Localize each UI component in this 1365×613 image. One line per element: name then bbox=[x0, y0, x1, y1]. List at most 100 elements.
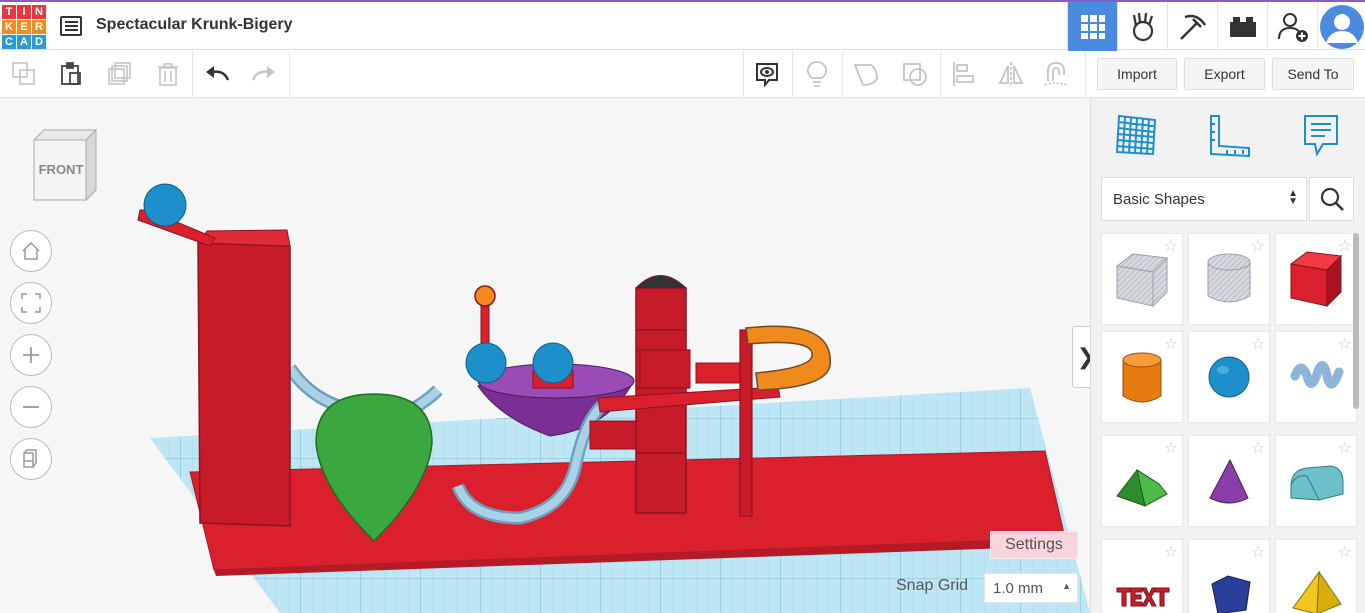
duplicate-icon bbox=[108, 62, 131, 85]
mirror-button[interactable] bbox=[998, 61, 1024, 87]
logo-letter: A bbox=[17, 35, 31, 49]
blue-ball-left[interactable] bbox=[465, 342, 507, 384]
fit-view-button[interactable] bbox=[10, 282, 52, 324]
align-icon bbox=[953, 62, 974, 86]
invite-button[interactable] bbox=[1267, 2, 1317, 51]
cone-icon bbox=[1209, 458, 1249, 504]
minus-icon bbox=[23, 406, 39, 408]
undo-button[interactable] bbox=[204, 61, 230, 87]
design-list-icon[interactable] bbox=[60, 16, 82, 36]
red-post-right[interactable] bbox=[739, 329, 753, 517]
undo-icon bbox=[206, 66, 230, 81]
shape-hole-icon bbox=[903, 63, 927, 86]
shape-tile-round-roof[interactable]: ☆ bbox=[1275, 435, 1357, 527]
cruise-button[interactable] bbox=[1043, 61, 1069, 87]
red-tower-left[interactable] bbox=[197, 242, 291, 527]
magnet-icon bbox=[1044, 62, 1068, 86]
shape-category-select[interactable]: Basic Shapes ▲ ▼ bbox=[1101, 177, 1307, 221]
copy-icon bbox=[12, 62, 35, 85]
paste-button[interactable] bbox=[58, 61, 84, 87]
shape-tile-box-hole[interactable]: ☆ bbox=[1101, 233, 1183, 325]
avatar bbox=[1319, 4, 1364, 49]
shape-tile-text[interactable]: ☆ bbox=[1101, 539, 1183, 613]
export-button[interactable]: Export bbox=[1184, 58, 1265, 90]
logo-letter: E bbox=[17, 20, 31, 34]
grid-view-icon bbox=[1080, 14, 1105, 39]
solid-button[interactable] bbox=[853, 61, 879, 87]
duplicate-button[interactable] bbox=[107, 61, 133, 87]
cylinder-hole-icon bbox=[1207, 253, 1251, 303]
logo-letter: C bbox=[2, 35, 16, 49]
notes-visibility-button[interactable] bbox=[754, 61, 780, 87]
lightbulb-icon bbox=[806, 61, 828, 87]
plus-icon bbox=[23, 347, 39, 363]
ruler-tool-button[interactable] bbox=[1205, 112, 1251, 158]
lego-button[interactable] bbox=[1217, 2, 1267, 51]
trash-icon bbox=[158, 63, 178, 86]
ruler-icon bbox=[1210, 115, 1250, 158]
shape-tile-box[interactable]: ☆ bbox=[1275, 233, 1357, 325]
box-icon bbox=[1289, 251, 1343, 308]
shape-tile-cylinder[interactable]: ☆ bbox=[1101, 331, 1183, 423]
notes-tool-button[interactable] bbox=[1297, 112, 1343, 158]
blue-ball-right[interactable] bbox=[532, 342, 574, 384]
import-button[interactable]: Import bbox=[1097, 58, 1177, 90]
shapes-scrollbar[interactable] bbox=[1353, 233, 1359, 409]
hole-button[interactable] bbox=[902, 61, 928, 87]
design-title[interactable]: Spectacular Krunk-Bigery bbox=[96, 16, 293, 34]
edit-toolbar: Import Export Send To bbox=[0, 51, 1365, 98]
zoom-in-button[interactable] bbox=[10, 334, 52, 376]
roof-icon bbox=[1116, 468, 1168, 507]
copy-button[interactable] bbox=[11, 61, 37, 87]
delete-button[interactable] bbox=[155, 61, 181, 87]
logo-letter: D bbox=[32, 35, 46, 49]
bricks-button[interactable] bbox=[1117, 2, 1167, 51]
shape-search-button[interactable] bbox=[1309, 177, 1354, 221]
minecraft-button[interactable] bbox=[1167, 2, 1217, 51]
text-3d-icon bbox=[1116, 587, 1170, 607]
scribble-icon bbox=[1290, 361, 1344, 389]
shape-tile-polygon[interactable]: ☆ bbox=[1188, 539, 1270, 613]
shape-tile-scribble[interactable]: ☆ bbox=[1275, 331, 1357, 423]
settings-button[interactable]: Settings bbox=[990, 531, 1078, 559]
logo-letter: T bbox=[2, 5, 16, 19]
shape-tile-sphere[interactable]: ☆ bbox=[1188, 331, 1270, 423]
scene-canvas bbox=[137, 183, 1090, 613]
snap-grid-value: 1.0 mm bbox=[993, 580, 1044, 597]
redo-button[interactable] bbox=[251, 61, 277, 87]
workplane-tool-button[interactable] bbox=[1113, 112, 1159, 158]
bricks-hand-icon bbox=[1132, 12, 1153, 41]
brick-icon bbox=[1229, 16, 1256, 37]
light-button[interactable] bbox=[804, 61, 830, 87]
perspective-button[interactable] bbox=[10, 438, 52, 480]
align-button[interactable] bbox=[951, 61, 977, 87]
shape-tile-cylinder-hole[interactable]: ☆ bbox=[1188, 233, 1270, 325]
shapes-panel: Basic Shapes ▲ ▼ ☆ ☆ ☆ ☆ ☆ ☆ ☆ ☆ ☆ ☆ ☆ ☆ bbox=[1090, 98, 1365, 613]
logo-letter: K bbox=[2, 20, 16, 34]
tinkercad-logo[interactable]: TIN KER CAD bbox=[2, 5, 46, 49]
orange-ring[interactable] bbox=[745, 325, 831, 391]
workplane-grid-icon bbox=[1115, 114, 1157, 156]
orange-knob[interactable] bbox=[474, 285, 496, 307]
pyramid-icon bbox=[1292, 570, 1342, 613]
shape-tile-roof[interactable]: ☆ bbox=[1101, 435, 1183, 527]
send-to-button[interactable]: Send To bbox=[1272, 58, 1354, 90]
select-arrows-icon: ▲ ▼ bbox=[1288, 188, 1298, 207]
fit-icon bbox=[21, 293, 41, 313]
home-view-button[interactable] bbox=[10, 230, 52, 272]
view-cube[interactable]: FRONT bbox=[30, 128, 100, 203]
eye-bubble-icon bbox=[756, 63, 778, 87]
pickaxe-icon bbox=[1179, 14, 1206, 40]
3d-view-button[interactable] bbox=[1067, 2, 1117, 51]
perspective-cube-icon bbox=[23, 449, 37, 468]
blue-ball-top[interactable] bbox=[143, 183, 187, 227]
user-account-button[interactable] bbox=[1317, 2, 1365, 51]
mirror-icon bbox=[998, 62, 1024, 86]
3d-workplane[interactable]: FRONT Settings Snap Grid 1.0 mm ▲ bbox=[0, 98, 1090, 613]
shape-tile-cone[interactable]: ☆ bbox=[1188, 435, 1270, 527]
zoom-out-button[interactable] bbox=[10, 386, 52, 428]
search-icon bbox=[1320, 187, 1344, 211]
snap-grid-select[interactable]: 1.0 mm ▲ bbox=[984, 573, 1078, 603]
shape-tile-pyramid[interactable]: ☆ bbox=[1275, 539, 1357, 613]
round-roof-icon bbox=[1290, 465, 1344, 501]
